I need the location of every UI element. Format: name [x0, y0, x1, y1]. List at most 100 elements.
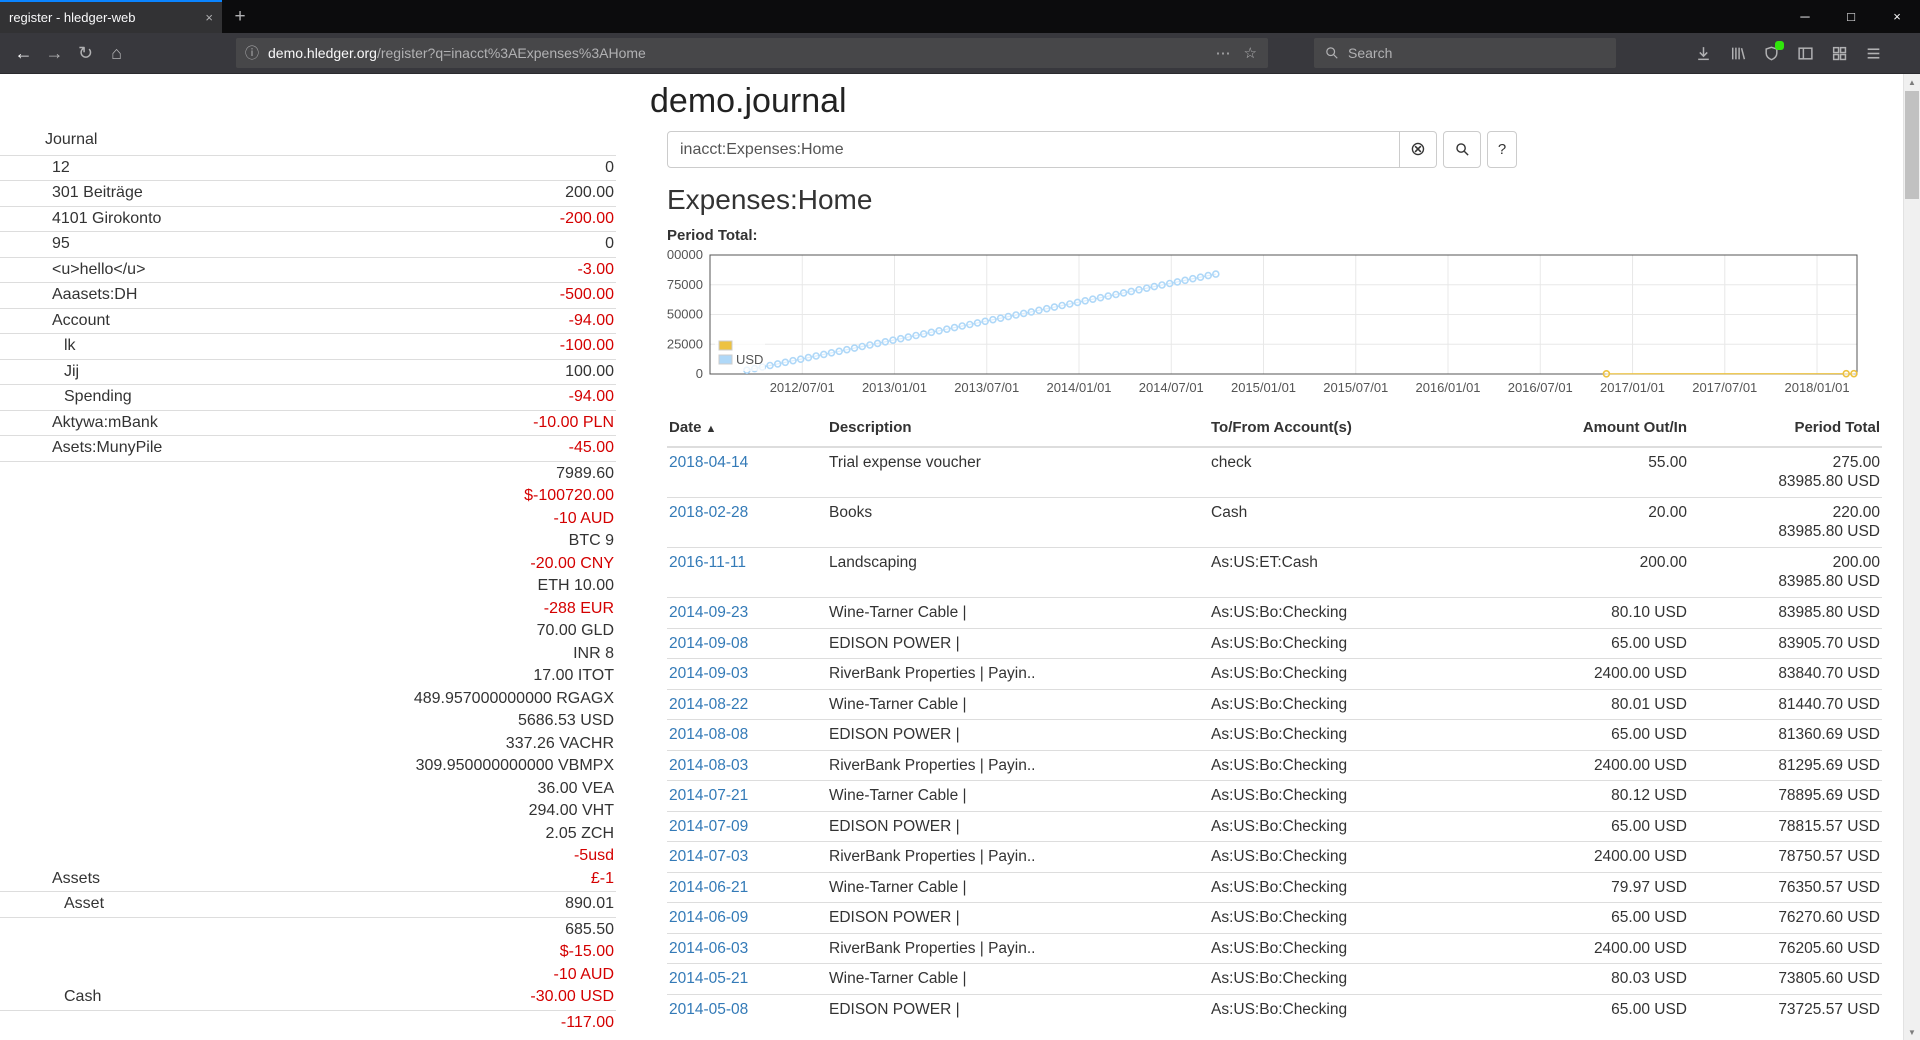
new-tab-button[interactable]: + — [222, 0, 258, 33]
transaction-date-link[interactable]: 2014-05-21 — [667, 964, 827, 995]
account-name-link[interactable]: Aktywa:mBank — [2, 412, 533, 435]
account-name-link[interactable]: 301 Beiträge — [2, 182, 565, 205]
account-name-link[interactable]: 4101 Girokonto — [2, 208, 560, 231]
account-name-link[interactable]: Assets — [2, 868, 414, 891]
extension-shield-icon[interactable] — [1762, 44, 1780, 62]
sidebar-account-row: 120 — [0, 155, 616, 181]
sidebar-account-row: Spending-94.00 — [0, 384, 616, 410]
account-name-link[interactable]: 95 — [2, 233, 605, 256]
transaction-description: RiverBank Properties | Payin.. — [827, 659, 1209, 690]
transaction-date-link[interactable]: 2014-07-21 — [667, 781, 827, 812]
transaction-date-link[interactable]: 2014-08-22 — [667, 689, 827, 720]
sidebar-account-row: 301 Beiträge200.00 — [0, 180, 616, 206]
column-header-date[interactable]: Date▲ — [667, 411, 827, 447]
forward-button[interactable]: → — [39, 38, 70, 68]
transaction-date-link[interactable]: 2014-06-03 — [667, 933, 827, 964]
home-button[interactable]: ⌂ — [101, 38, 132, 68]
account-name-link[interactable]: lk — [2, 335, 560, 358]
transaction-date-link[interactable]: 2014-09-23 — [667, 597, 827, 628]
tab-close-icon[interactable]: × — [205, 10, 213, 25]
site-info-icon[interactable]: ⓘ — [245, 43, 259, 63]
register-row: 2014-09-23Wine-Tarner Cable |As:US:Bo:Ch… — [667, 597, 1882, 628]
transaction-date-link[interactable]: 2018-02-28 — [667, 497, 827, 547]
browser-tab[interactable]: register - hledger-web × — [0, 0, 222, 33]
transaction-description: Wine-Tarner Cable | — [827, 872, 1209, 903]
sidebar-account-row: Aaasets:DH-500.00 — [0, 282, 616, 308]
svg-text:2014/07/01: 2014/07/01 — [1139, 380, 1204, 395]
transaction-description: EDISON POWER | — [827, 903, 1209, 934]
account-name-link[interactable]: Asets:MunyPile — [2, 437, 569, 460]
bookmark-star-icon[interactable]: ☆ — [1242, 44, 1259, 62]
search-placeholder: Search — [1348, 45, 1392, 61]
transaction-amount: 80.03 USD — [1489, 964, 1689, 995]
account-name-link[interactable]: <u>hello</u> — [2, 259, 578, 282]
transaction-account: As:US:Bo:Checking — [1209, 628, 1489, 659]
chart-title: Period Total: — [667, 226, 1882, 245]
transaction-account: As:US:Bo:Checking — [1209, 872, 1489, 903]
account-name-link[interactable]: 12 — [2, 157, 605, 180]
account-name-link[interactable]: Jij — [2, 361, 565, 384]
svg-text:2013/07/01: 2013/07/01 — [954, 380, 1019, 395]
window-minimize-button[interactable]: ─ — [1782, 0, 1828, 33]
transaction-amount: 65.00 USD — [1489, 720, 1689, 751]
page-scrollbar[interactable]: ▲ ▼ — [1903, 74, 1920, 1040]
transaction-date-link[interactable]: 2014-06-21 — [667, 872, 827, 903]
query-input[interactable] — [667, 131, 1400, 168]
register-table: Date▲DescriptionTo/From Account(s)Amount… — [667, 411, 1882, 1024]
transaction-date-link[interactable]: 2014-08-03 — [667, 750, 827, 781]
account-name-link[interactable]: Aaasets:DH — [2, 284, 560, 307]
scroll-down-icon[interactable]: ▼ — [1904, 1024, 1920, 1040]
back-button[interactable]: ← — [8, 38, 39, 68]
reload-button[interactable]: ↻ — [70, 38, 101, 68]
scrollbar-thumb[interactable] — [1905, 91, 1919, 199]
help-button[interactable]: ? — [1487, 131, 1517, 168]
svg-text:USD: USD — [736, 352, 763, 367]
account-name-link[interactable]: Cash — [2, 986, 530, 1009]
account-name-link[interactable]: Asset — [2, 893, 565, 916]
account-name-link[interactable]: Spending — [2, 386, 569, 409]
transaction-period-total: 220.0083985.80 USD — [1689, 497, 1882, 547]
url-path: /register?q=inacct%3AExpenses%3AHome — [377, 45, 646, 61]
extension-badge — [1775, 41, 1784, 50]
svg-text:2013/01/01: 2013/01/01 — [862, 380, 927, 395]
transaction-date-link[interactable]: 2014-05-08 — [667, 994, 827, 1024]
transaction-period-total: 83905.70 USD — [1689, 628, 1882, 659]
transaction-date-link[interactable]: 2014-07-03 — [667, 842, 827, 873]
journal-link[interactable]: Journal — [0, 126, 616, 155]
transaction-date-link[interactable]: 2018-04-14 — [667, 447, 827, 498]
transaction-amount: 65.00 USD — [1489, 903, 1689, 934]
clear-query-button[interactable]: ⊗ — [1400, 131, 1437, 168]
register-row: 2014-06-21Wine-Tarner Cable |As:US:Bo:Ch… — [667, 872, 1882, 903]
sidebar-account-row: Jij100.00 — [0, 359, 616, 385]
account-balance: -10.00 PLN — [533, 412, 614, 435]
page-actions-icon[interactable]: ⋯ — [1214, 44, 1233, 62]
svg-text:2012/07/01: 2012/07/01 — [770, 380, 835, 395]
grid-apps-icon[interactable] — [1830, 44, 1848, 62]
transaction-account: As:US:Bo:Checking — [1209, 903, 1489, 934]
page-content: Journal 120301 Beiträge200.004101 Giroko… — [0, 74, 1920, 1040]
sidebar-toggle-icon[interactable] — [1796, 44, 1814, 62]
window-maximize-button[interactable]: □ — [1828, 0, 1874, 33]
window-close-button[interactable]: × — [1874, 0, 1920, 33]
url-bar[interactable]: ⓘ demo.hledger.org/register?q=inacct%3AE… — [236, 38, 1268, 68]
account-name-link[interactable]: Account — [2, 310, 569, 333]
transaction-period-total: 73805.60 USD — [1689, 964, 1882, 995]
search-button[interactable] — [1443, 131, 1481, 168]
browser-search-box[interactable]: Search — [1314, 38, 1616, 68]
transaction-date-link[interactable]: 2016-11-11 — [667, 547, 827, 597]
transaction-period-total: 83985.80 USD — [1689, 597, 1882, 628]
library-icon[interactable] — [1728, 44, 1746, 62]
transaction-date-link[interactable]: 2014-09-08 — [667, 628, 827, 659]
transaction-date-link[interactable]: 2014-07-09 — [667, 811, 827, 842]
transaction-date-link[interactable]: 2014-08-08 — [667, 720, 827, 751]
scroll-up-icon[interactable]: ▲ — [1904, 74, 1920, 90]
transaction-date-link[interactable]: 2014-06-09 — [667, 903, 827, 934]
menu-hamburger-icon[interactable] — [1864, 44, 1882, 62]
sidebar-account-row: lk-100.00 — [0, 333, 616, 359]
transaction-date-link[interactable]: 2014-09-03 — [667, 659, 827, 690]
account-balance: 890.01 — [565, 893, 614, 916]
transaction-description: Wine-Tarner Cable | — [827, 781, 1209, 812]
column-header-amount-out-in: Amount Out/In — [1489, 411, 1689, 447]
download-icon[interactable] — [1694, 44, 1712, 62]
account-balance: -94.00 — [569, 310, 614, 333]
